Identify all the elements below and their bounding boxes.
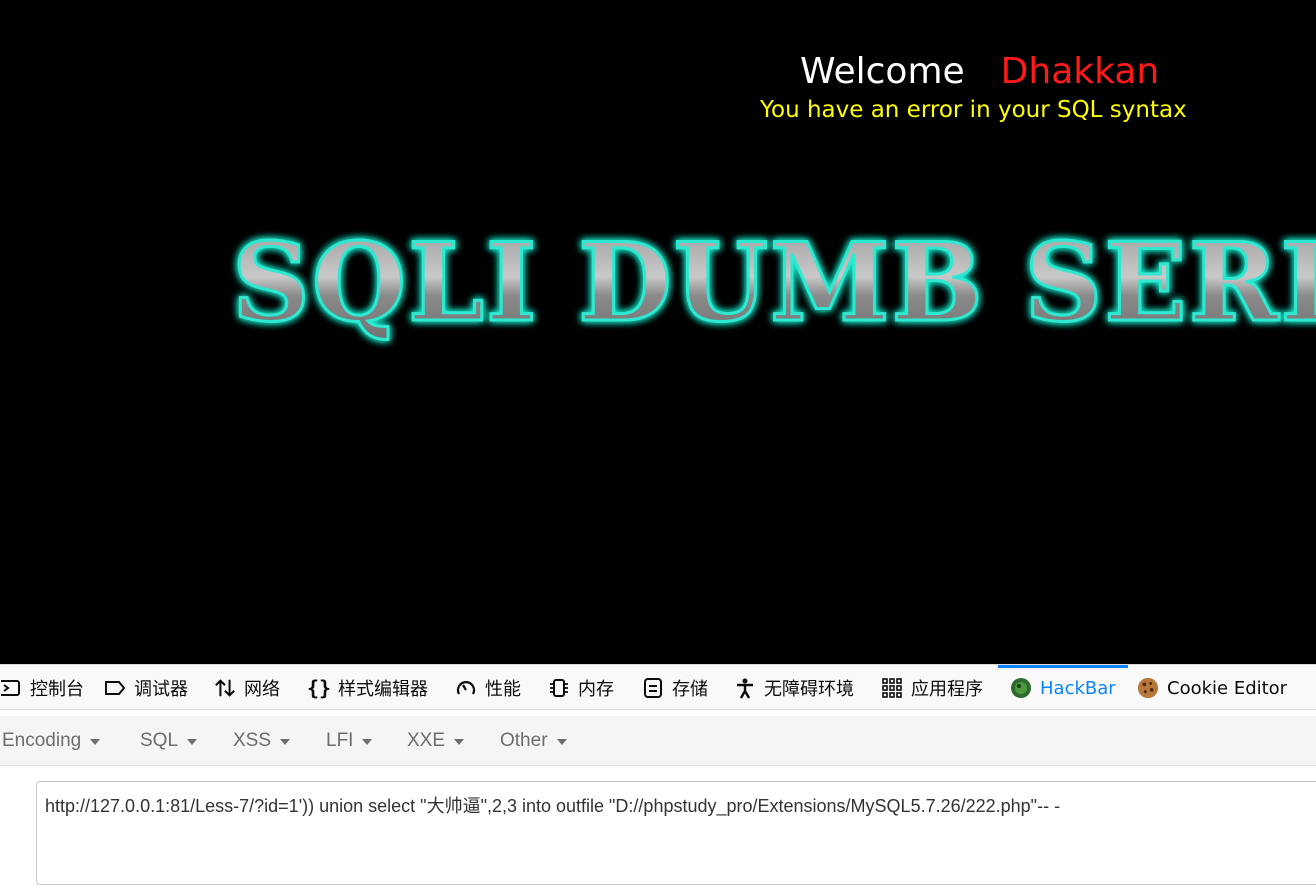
console-icon (0, 677, 22, 699)
menu-xss[interactable]: XSS (233, 716, 291, 766)
caret-down-icon (187, 739, 198, 745)
hackbar-icon (1010, 677, 1032, 699)
caret-down-icon (362, 739, 373, 745)
tab-label: Cookie Editor (1167, 677, 1288, 699)
tab-label: 网络 (244, 679, 280, 700)
sql-error-message: You have an error in your SQL syntax (760, 97, 1187, 123)
banner-title: SQLI DUMB SERIES (232, 220, 1316, 346)
welcome-line: Welcome Dhakkan (800, 50, 1159, 94)
memory-chip-icon (548, 677, 570, 699)
tab-accessibility[interactable]: 无障碍环境 (734, 665, 854, 711)
network-arrows-icon (214, 677, 236, 699)
tab-label: 控制台 (30, 679, 84, 700)
braces-icon: {} (306, 676, 332, 700)
tab-label: HackBar (1040, 677, 1116, 699)
tab-hackbar[interactable]: HackBar (998, 665, 1128, 711)
welcome-username: Dhakkan (1000, 51, 1160, 92)
debugger-icon (104, 677, 126, 699)
menu-label: LFI (326, 730, 354, 751)
welcome-text: Welcome (800, 51, 965, 92)
menu-encoding[interactable]: Encoding (2, 716, 101, 766)
menu-sql[interactable]: SQL (140, 716, 198, 766)
tab-cookie-editor[interactable]: Cookie Editor (1137, 665, 1287, 711)
sqli-dumb-series-banner: SQLI DUMB SERIES (228, 212, 1316, 352)
menu-label: Encoding (2, 730, 82, 751)
grid-apps-icon (881, 677, 903, 699)
caret-down-icon (556, 739, 567, 745)
tab-network[interactable]: 网络 (214, 665, 280, 711)
devtools-tab-bar: 控制台 调试器 网络 {} 样式编辑器 性能 内存 存储 无障碍环境 应用程序 … (0, 664, 1316, 710)
devtools-panel: 控制台 调试器 网络 {} 样式编辑器 性能 内存 存储 无障碍环境 应用程序 … (0, 664, 1316, 888)
tab-label: 存储 (672, 679, 708, 700)
accessibility-icon (734, 677, 756, 699)
caret-down-icon (90, 739, 101, 745)
tab-label: 调试器 (134, 679, 188, 700)
cookie-icon (1137, 677, 1159, 699)
tab-application[interactable]: 应用程序 (881, 665, 983, 711)
gauge-icon (455, 677, 477, 699)
tab-label: 性能 (485, 679, 521, 700)
menu-xxe[interactable]: XXE (407, 716, 465, 766)
hackbar-toolbar: Encoding SQL XSS LFI XXE Other (0, 716, 1316, 766)
menu-label: XSS (233, 730, 272, 751)
menu-lfi[interactable]: LFI (326, 716, 373, 766)
tab-style-editor[interactable]: {} 样式编辑器 (306, 665, 428, 711)
tab-label: 样式编辑器 (338, 679, 428, 700)
menu-label: SQL (140, 730, 179, 751)
page-viewport: Welcome Dhakkan You have an error in your… (0, 0, 1316, 664)
tab-label: 内存 (578, 679, 614, 700)
caret-down-icon (280, 739, 291, 745)
tab-performance[interactable]: 性能 (455, 665, 521, 711)
tab-label: 无障碍环境 (764, 679, 854, 700)
tab-memory[interactable]: 内存 (548, 665, 614, 711)
caret-down-icon (454, 739, 465, 745)
tab-debugger[interactable]: 调试器 (104, 665, 188, 711)
tab-storage[interactable]: 存储 (642, 665, 708, 711)
storage-icon (642, 677, 664, 699)
menu-label: XXE (407, 730, 446, 751)
menu-other[interactable]: Other (500, 716, 567, 766)
tab-console[interactable]: 控制台 (0, 665, 84, 711)
menu-label: Other (500, 730, 548, 751)
url-textarea[interactable]: http://127.0.0.1:81/Less-7/?id=1')) unio… (36, 781, 1316, 885)
tab-label: 应用程序 (911, 679, 983, 700)
